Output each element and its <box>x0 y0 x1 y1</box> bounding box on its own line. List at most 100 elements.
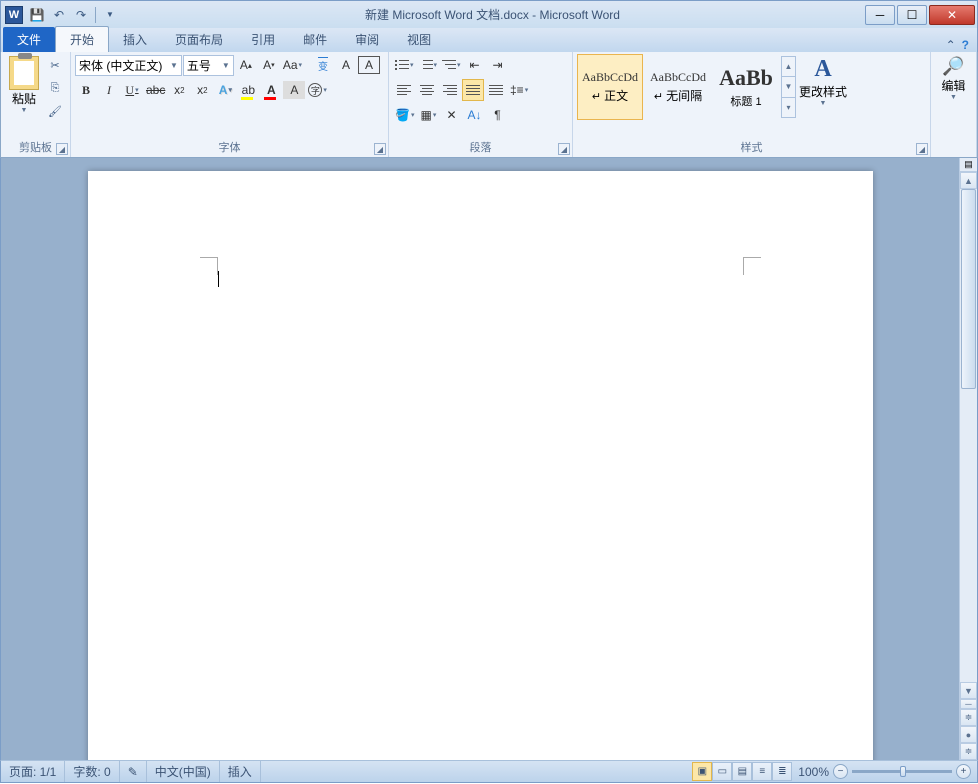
help-icon[interactable]: ? <box>962 38 969 52</box>
paste-button[interactable]: 粘贴 ▼ <box>5 54 43 116</box>
text-effects-button[interactable]: A <box>214 79 236 101</box>
style-heading1[interactable]: AaBb 标题 1 <box>713 54 779 120</box>
distribute-button[interactable] <box>485 79 507 101</box>
tab-mail[interactable]: 邮件 <box>289 27 341 52</box>
scroll-track[interactable] <box>960 189 977 682</box>
styles-launcher-icon[interactable]: ◢ <box>916 143 928 155</box>
enclose-char-icon[interactable]: 字 <box>306 79 329 101</box>
styles-scroll-down-icon[interactable]: ▼ <box>782 77 795 97</box>
status-insert-mode[interactable]: 插入 <box>220 761 261 782</box>
view-outline-icon[interactable]: ≡ <box>752 762 772 781</box>
group-styles: AaBbCcDd ↵ 正文 AaBbCcDd ↵ 无间隔 AaBb 标题 1 ▲… <box>573 52 931 157</box>
show-marks-icon[interactable]: ¶ <box>486 104 508 126</box>
clear-format-icon[interactable]: A <box>335 54 357 76</box>
ruler-toggle-icon[interactable]: ▤ <box>960 158 977 172</box>
align-justify-button[interactable] <box>462 79 484 101</box>
tab-review[interactable]: 审阅 <box>341 27 393 52</box>
minimize-button[interactable]: ─ <box>865 5 895 25</box>
browse-separator-icon[interactable]: ─ <box>960 699 977 709</box>
highlight-button[interactable]: ab <box>237 79 259 101</box>
view-fullscreen-icon[interactable]: ▭ <box>712 762 732 781</box>
char-border-icon[interactable]: A <box>358 56 380 74</box>
phonetic-guide-icon[interactable]: 变 <box>312 54 334 76</box>
prev-page-icon[interactable]: ≑ <box>960 709 977 726</box>
minimize-ribbon-icon[interactable]: ⌃ <box>946 38 956 52</box>
styles-expand-icon[interactable]: ▾ <box>782 98 795 117</box>
copy-icon[interactable]: ⎘ <box>44 77 66 99</box>
status-word-count[interactable]: 字数: 0 <box>65 761 119 782</box>
cut-icon[interactable]: ✂ <box>44 54 66 76</box>
zoom-in-button[interactable]: + <box>956 764 971 779</box>
align-left-button[interactable] <box>393 79 415 101</box>
view-draft-icon[interactable]: ≣ <box>772 762 792 781</box>
file-tab[interactable]: 文件 <box>3 27 55 52</box>
view-web-icon[interactable]: ▤ <box>732 762 752 781</box>
clipboard-icon <box>9 56 39 90</box>
superscript-button[interactable]: x2 <box>191 79 213 101</box>
paragraph-launcher-icon[interactable]: ◢ <box>558 143 570 155</box>
tab-insert[interactable]: 插入 <box>109 27 161 52</box>
style-normal[interactable]: AaBbCcDd ↵ 正文 <box>577 54 643 120</box>
shrink-font-icon[interactable]: A▾ <box>258 54 280 76</box>
strikethrough-button[interactable]: abc <box>144 79 167 101</box>
save-icon[interactable]: 💾 <box>27 5 47 25</box>
qat-dropdown-icon[interactable]: ▼ <box>100 5 120 25</box>
format-painter-icon[interactable]: 🖌 <box>44 100 66 122</box>
font-launcher-icon[interactable]: ◢ <box>374 143 386 155</box>
style-nospacing[interactable]: AaBbCcDd ↵ 无间隔 <box>645 54 711 120</box>
change-styles-button[interactable]: A 更改样式 ▼ <box>797 54 849 109</box>
status-proofing[interactable]: ✎ <box>120 761 147 782</box>
vertical-scrollbar: ▤ ▲ ▼ ─ ≑ ● ≑ <box>959 158 977 760</box>
redo-icon[interactable]: ↷ <box>71 5 91 25</box>
change-styles-label: 更改样式 <box>799 83 847 100</box>
multilevel-list-button[interactable] <box>440 54 463 76</box>
maximize-button[interactable]: ☐ <box>897 5 927 25</box>
align-center-button[interactable] <box>416 79 438 101</box>
font-name-combo[interactable]: 宋体 (中文正文)▼ <box>75 55 182 76</box>
undo-icon[interactable]: ↶ <box>49 5 69 25</box>
shading-button[interactable]: 🪣 <box>393 104 416 126</box>
styles-scroll: ▲ ▼ ▾ <box>781 56 796 118</box>
close-button[interactable]: ✕ <box>929 5 975 25</box>
align-right-button[interactable] <box>439 79 461 101</box>
borders-button[interactable]: ▦ <box>417 104 439 126</box>
bold-button[interactable]: B <box>75 79 97 101</box>
paste-label: 粘贴 <box>12 90 36 107</box>
zoom-thumb[interactable] <box>900 766 906 777</box>
increase-indent-icon[interactable]: ⇥ <box>487 54 509 76</box>
italic-button[interactable]: I <box>98 79 120 101</box>
font-color-button[interactable]: A <box>260 79 282 101</box>
snap-to-grid-icon[interactable]: ✕ <box>440 104 462 126</box>
sort-button[interactable]: A↓ <box>463 104 485 126</box>
char-shading-icon[interactable]: A <box>283 81 305 99</box>
underline-button[interactable]: U <box>121 79 143 101</box>
decrease-indent-icon[interactable]: ⇤ <box>464 54 486 76</box>
styles-scroll-up-icon[interactable]: ▲ <box>782 57 795 77</box>
change-case-button[interactable]: Aa <box>281 54 304 76</box>
status-page[interactable]: 页面: 1/1 <box>1 761 65 782</box>
tab-home[interactable]: 开始 <box>55 26 109 52</box>
next-page-icon[interactable]: ≑ <box>960 743 977 760</box>
numbering-button[interactable] <box>417 54 440 76</box>
zoom-out-button[interactable]: − <box>833 764 848 779</box>
scroll-up-icon[interactable]: ▲ <box>960 172 977 189</box>
scroll-down-icon[interactable]: ▼ <box>960 682 977 699</box>
view-print-layout-icon[interactable]: ▣ <box>692 762 712 781</box>
zoom-slider[interactable] <box>852 770 952 773</box>
browse-object-icon[interactable]: ● <box>960 726 977 743</box>
tab-view[interactable]: 视图 <box>393 27 445 52</box>
subscript-button[interactable]: x2 <box>168 79 190 101</box>
scroll-thumb[interactable] <box>961 189 976 389</box>
tab-references[interactable]: 引用 <box>237 27 289 52</box>
page[interactable] <box>88 171 873 760</box>
status-language[interactable]: 中文(中国) <box>147 761 220 782</box>
editing-button[interactable]: 🔎 编辑 ▼ <box>935 54 972 103</box>
zoom-level[interactable]: 100% <box>798 765 829 779</box>
font-size-combo[interactable]: 五号▼ <box>183 55 234 76</box>
line-spacing-button[interactable]: ‡≡ <box>508 79 530 101</box>
grow-font-icon[interactable]: A▴ <box>235 54 257 76</box>
clipboard-launcher-icon[interactable]: ◢ <box>56 143 68 155</box>
tab-layout[interactable]: 页面布局 <box>161 27 237 52</box>
bullets-button[interactable] <box>393 54 416 76</box>
document-viewport[interactable] <box>1 158 959 760</box>
